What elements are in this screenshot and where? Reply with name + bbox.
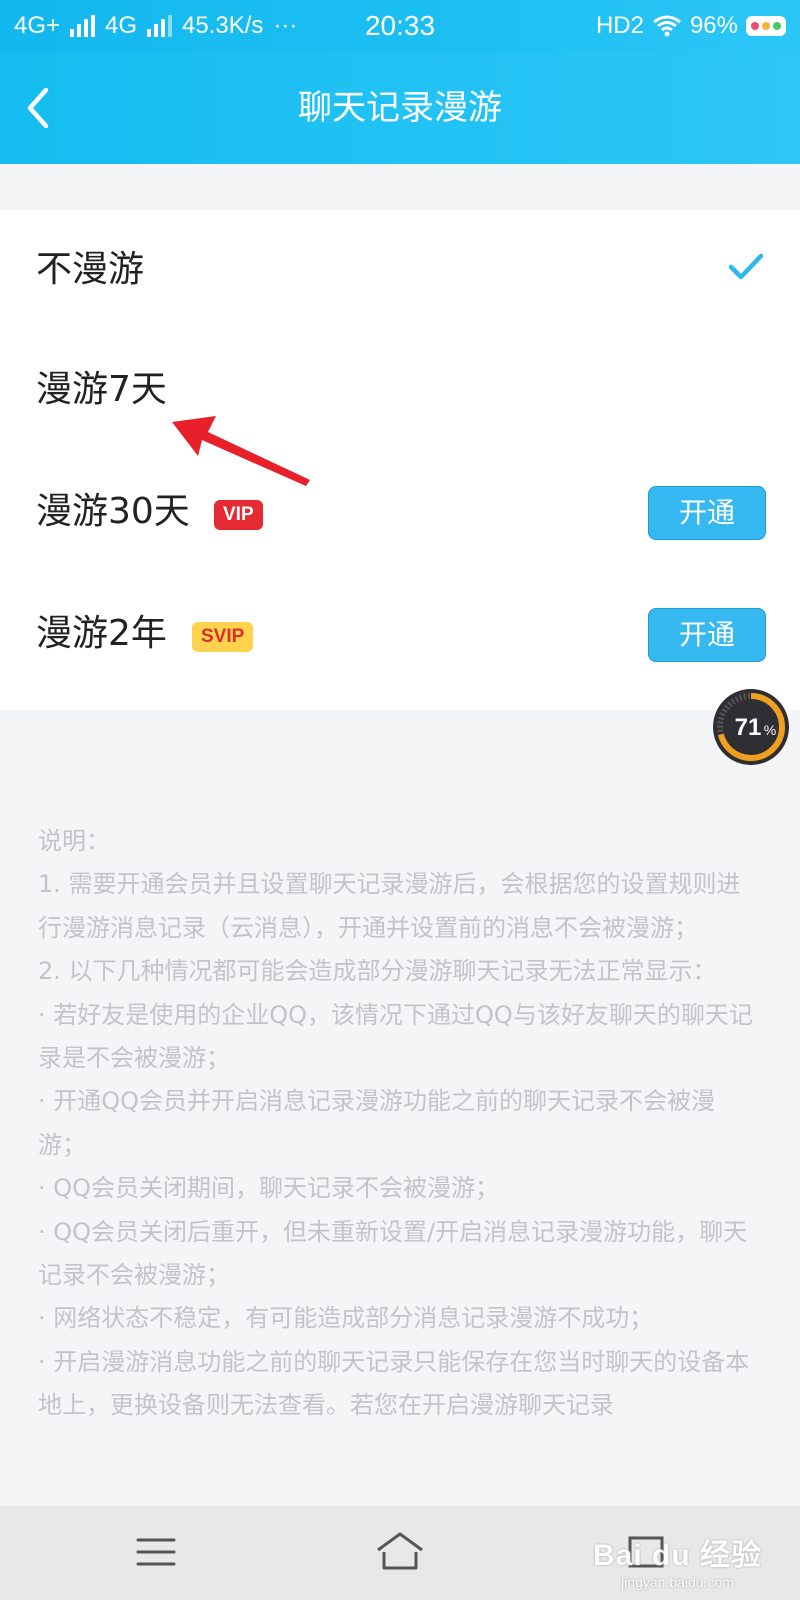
description: 说明： 1. 需要开通会员并且设置聊天记录漫游后，会根据您的设置规则进行漫游消息… [38,820,762,1428]
description-line: 1. 需要开通会员并且设置聊天记录漫游后，会根据您的设置规则进行漫游消息记录（云… [38,870,741,942]
signal-icon [70,15,96,37]
annotation-arrow-icon [172,416,310,486]
option-label: 不漫游 [36,249,145,290]
battery-percent: 96% [689,12,738,39]
option-label: 漫游2年 [36,613,167,654]
option-roaming-7-days[interactable]: 漫游7天 [0,330,800,450]
status-bar: 4G+ 4G 45.3K/s ··· 20:33 HD2 96% [0,0,800,52]
watermark-url: jingyan.baidu.com [621,1574,734,1590]
memory-usage-widget[interactable]: 71 % [712,688,790,766]
open-svip-button[interactable]: 开通 [648,608,766,662]
network-type-1: 4G+ [14,12,61,39]
menu-icon[interactable] [130,1528,182,1576]
watermark-logo: Bai du 经验 [592,1539,762,1572]
description-line: · 若好友是使用的企业QQ，该情况下通过QQ与该好友聊天的聊天记录是不会被漫游； [38,1000,753,1073]
home-icon[interactable] [374,1528,426,1576]
network-speed: 45.3K/s [182,12,264,39]
svip-badge: SVIP [192,622,254,652]
page-title: 聊天记录漫游 [298,88,502,128]
description-line: · 开通QQ会员并开启消息记录漫游功能之前的聊天记录不会被漫游； [38,1087,716,1159]
open-vip-button[interactable]: 开通 [648,486,766,540]
option-no-roaming[interactable]: 不漫游 [0,210,800,330]
description-line: · 网络状态不稳定，有可能造成部分消息记录漫游不成功； [38,1304,654,1333]
checkmark-icon [728,253,764,280]
description-line: · QQ会员关闭后重开，但未重新设置/开启消息记录漫游功能，聊天记录不会被漫游； [38,1217,748,1290]
option-roaming-30-days[interactable]: 漫游30天 VIP 开通 [0,452,800,572]
description-line: · 开启漫游消息功能之前的聊天记录只能保存在您当时聊天的设备本地上，更换设备则无… [38,1347,750,1420]
wifi-icon [653,15,681,37]
hd-indicator: HD2 [595,12,644,39]
battery-icon [746,16,786,36]
more-notifications: ··· [273,12,298,39]
signal-icon [147,15,173,37]
progress-unit: % [764,722,776,738]
roaming-options-list: 不漫游 漫游7天 漫游30天 VIP 开通 漫游2年 SVIP 开通 [0,210,800,710]
progress-value: 71 [735,714,762,741]
option-roaming-2-years[interactable]: 漫游2年 SVIP 开通 [0,574,800,694]
watermark: Bai du 经验 jingyan.baidu.com [593,1530,762,1590]
network-type-2: 4G [105,12,138,39]
title-bar: 聊天记录漫游 [0,52,800,164]
description-line: · QQ会员关闭期间，聊天记录不会被漫游； [38,1174,500,1203]
description-line: 2. 以下几种情况都可能会造成部分漫游聊天记录无法正常显示： [38,957,717,986]
vip-badge: VIP [214,500,263,530]
description-line: 说明： [38,827,110,855]
option-label: 漫游7天 [36,369,167,410]
